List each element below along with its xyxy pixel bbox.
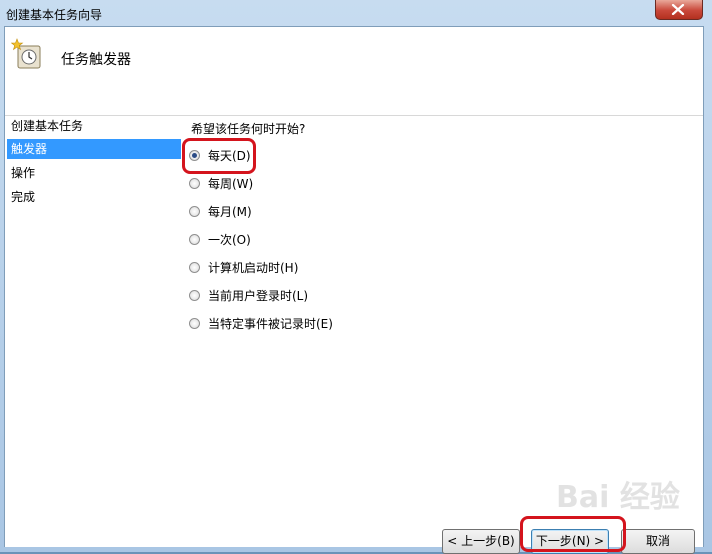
- task-clock-icon: [11, 38, 41, 69]
- option-on-event-label[interactable]: 当特定事件被记录时(E): [208, 315, 333, 333]
- trigger-options-panel: 希望该任务何时开始? 每天(D) 每周(W) 每月(M) 一次(O) 计算机启动…: [185, 116, 703, 521]
- page-title: 任务触发器: [61, 52, 131, 68]
- wizard-footer: < 上一步(B) 下一步(N) > 取消: [5, 521, 703, 554]
- close-icon: [671, 4, 685, 15]
- back-button[interactable]: < 上一步(B): [442, 529, 520, 554]
- radio-at-startup[interactable]: [189, 262, 200, 273]
- wizard-client: 任务触发器 创建基本任务 触发器 操作 完成 希望该任务何时开始? 每天(D) …: [4, 26, 704, 554]
- step-finish[interactable]: 完成: [7, 187, 181, 207]
- option-at-logon-label[interactable]: 当前用户登录时(L): [208, 287, 308, 305]
- wizard-steps: 创建基本任务 触发器 操作 完成: [5, 116, 185, 546]
- title-bar[interactable]: 创建基本任务向导: [0, 0, 712, 26]
- radio-monthly[interactable]: [189, 206, 200, 217]
- option-monthly-label[interactable]: 每月(M): [208, 203, 252, 221]
- cancel-button[interactable]: 取消: [621, 529, 695, 554]
- option-once-label[interactable]: 一次(O): [208, 231, 251, 249]
- option-weekly-label[interactable]: 每周(W): [208, 175, 253, 193]
- baidu-watermark: Bai 经验: [556, 480, 680, 515]
- step-trigger[interactable]: 触发器: [7, 139, 181, 159]
- wizard-header: 任务触发器: [5, 27, 703, 116]
- option-daily-label[interactable]: 每天(D): [208, 147, 251, 165]
- wizard-window: 创建基本任务向导 任务触发器 创建基本任务 触发器 操作 完成 希望该任务何时开…: [0, 0, 712, 554]
- option-at-startup-label[interactable]: 计算机启动时(H): [208, 259, 298, 277]
- radio-once[interactable]: [189, 234, 200, 245]
- trigger-question: 希望该任务何时开始?: [191, 122, 306, 136]
- radio-daily[interactable]: [189, 150, 200, 161]
- next-button[interactable]: 下一步(N) >: [531, 529, 609, 554]
- window-title: 创建基本任务向导: [6, 8, 103, 22]
- step-action[interactable]: 操作: [7, 163, 181, 183]
- step-create-basic-task[interactable]: 创建基本任务: [7, 116, 181, 136]
- radio-at-logon[interactable]: [189, 290, 200, 301]
- radio-weekly[interactable]: [189, 178, 200, 189]
- close-button[interactable]: [655, 0, 703, 20]
- radio-on-event[interactable]: [189, 318, 200, 329]
